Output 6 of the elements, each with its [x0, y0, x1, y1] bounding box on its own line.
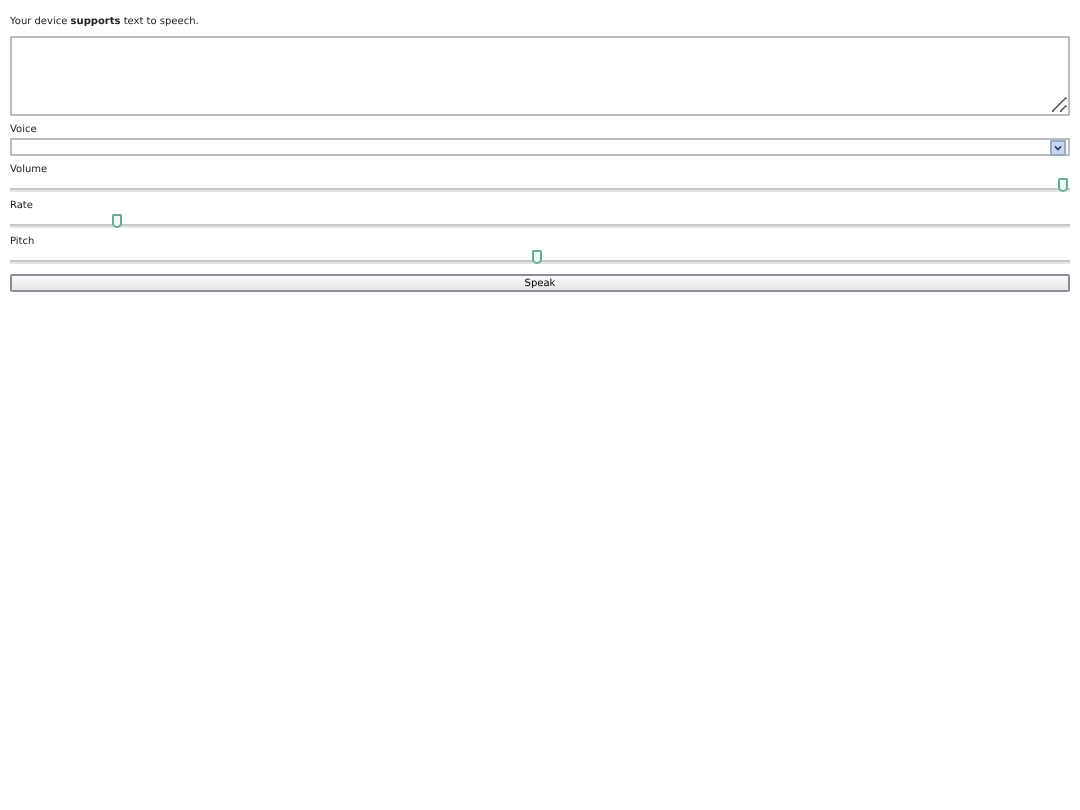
caret-icon [1050, 139, 1066, 155]
slider-thumb[interactable] [1058, 178, 1068, 192]
voice-dropdown[interactable] [10, 138, 1070, 156]
slider-thumb[interactable] [111, 214, 122, 228]
slider-thumb[interactable] [532, 250, 542, 264]
speech-text-area[interactable] [10, 36, 1070, 116]
